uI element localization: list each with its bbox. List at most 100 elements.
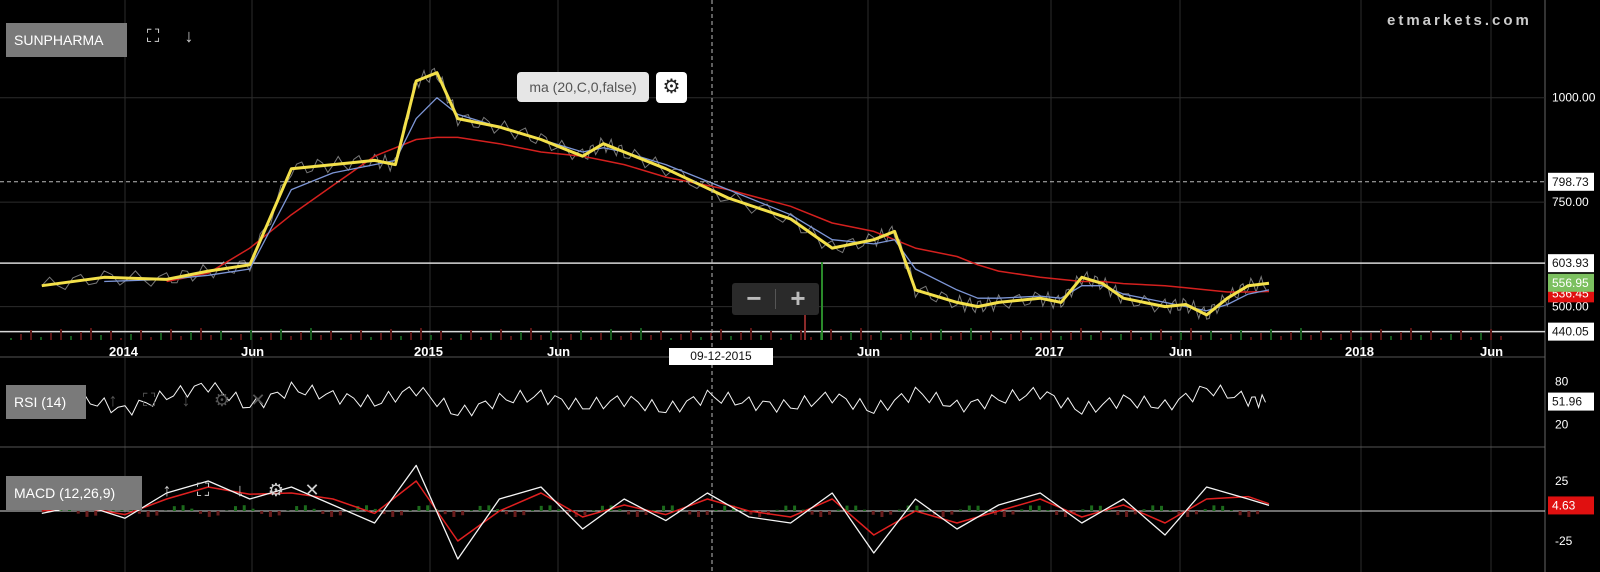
macd-move-down-icon[interactable]: ↓ xyxy=(230,480,250,500)
volume-bar xyxy=(990,331,992,340)
macd-histogram-bar xyxy=(452,511,456,517)
macd-histogram-bar xyxy=(871,511,875,515)
volume-bar xyxy=(60,329,62,340)
volume-bar xyxy=(650,335,652,340)
volume-bar xyxy=(780,338,782,340)
macd-histogram-bar xyxy=(181,505,185,511)
macd-histogram-bar xyxy=(504,511,508,515)
rsi-settings-icon[interactable]: ⚙ xyxy=(212,390,232,410)
volume-bar xyxy=(980,335,982,340)
macd-histogram-bar xyxy=(1229,510,1233,511)
x-axis-tick-label: Jun xyxy=(1480,344,1503,359)
macd-histogram-bar xyxy=(915,505,919,511)
volume-bar xyxy=(1390,336,1392,340)
volume-bar xyxy=(1020,330,1022,340)
volume-bar xyxy=(440,331,442,340)
volume-bar xyxy=(230,338,232,340)
volume-bar xyxy=(10,338,12,340)
macd-histogram-bar xyxy=(854,505,858,511)
macd-move-up-icon[interactable]: ↑ xyxy=(157,480,177,500)
macd-histogram-bar xyxy=(1098,505,1102,511)
macd-histogram-bar xyxy=(172,506,176,511)
macd-histogram-bar xyxy=(295,506,299,511)
volume-bar xyxy=(20,334,22,340)
macd-histogram-bar xyxy=(950,511,954,515)
volume-bar xyxy=(740,332,742,340)
resistance-price-tag: 603.93 xyxy=(1552,256,1589,270)
x-axis-tick-label: 2014 xyxy=(109,344,139,359)
x-axis-tick-label: Jun xyxy=(241,344,264,359)
volume-bar xyxy=(360,330,362,340)
indicator-tooltip: ma (20,C,0,false) xyxy=(517,72,649,102)
volume-bar xyxy=(940,329,942,340)
rsi-move-down-icon[interactable]: ↓ xyxy=(176,390,196,410)
macd-histogram-bar xyxy=(408,510,412,511)
arrow-down-icon[interactable]: ↓ xyxy=(179,26,199,46)
macd-histogram-bar xyxy=(1142,509,1146,511)
macd-settings-icon[interactable]: ⚙ xyxy=(266,480,286,500)
rsi-close-icon[interactable]: ✕ xyxy=(248,390,268,410)
volume-bar xyxy=(1350,330,1352,340)
volume-bar xyxy=(250,330,252,340)
last-price-tag: 556.95 xyxy=(1552,276,1589,290)
macd-histogram-bar xyxy=(469,510,473,511)
rsi-panel-label[interactable]: RSI (14) xyxy=(6,385,86,419)
volume-bar xyxy=(850,332,852,340)
volume-bar xyxy=(1430,331,1432,340)
volume-bar xyxy=(1360,337,1362,340)
macd-histogram-bar xyxy=(583,511,587,516)
macd-histogram-bar xyxy=(1238,511,1242,516)
volume-bar xyxy=(1060,336,1062,340)
macd-histogram-bar xyxy=(688,511,692,515)
macd-histogram-bar xyxy=(478,505,482,511)
macd-histogram-bar xyxy=(330,511,334,517)
macd-histogram-bar xyxy=(94,511,98,516)
macd-histogram-bar xyxy=(1247,511,1251,517)
macd-histogram-bar xyxy=(539,505,543,511)
macd-histogram-bar xyxy=(810,511,814,515)
macd-histogram-bar xyxy=(557,509,561,511)
rsi-fullscreen-icon[interactable]: ⛶ xyxy=(139,390,159,410)
macd-tick-label: -25 xyxy=(1555,534,1573,548)
zoom-out-button[interactable]: − xyxy=(734,283,774,315)
volume-bar xyxy=(120,338,122,340)
rsi-move-up-icon[interactable]: ↑ xyxy=(103,390,123,410)
volume-bar xyxy=(260,337,262,340)
volume-bar xyxy=(560,338,562,340)
volume-bar xyxy=(1300,328,1302,340)
macd-histogram-bar xyxy=(775,509,779,511)
volume-bar xyxy=(320,335,322,340)
macd-fullscreen-icon[interactable]: ⛶ xyxy=(193,480,213,500)
volume-bar xyxy=(610,329,612,340)
volume-bar xyxy=(1490,329,1492,340)
volume-bar xyxy=(350,334,352,340)
macd-histogram-bar xyxy=(819,511,823,517)
volume-bar xyxy=(570,334,572,340)
volume-bar xyxy=(420,328,422,340)
x-axis-tick-label: 2018 xyxy=(1345,344,1374,359)
macd-histogram-bar xyxy=(653,509,657,511)
volume-bar xyxy=(520,332,522,340)
fullscreen-icon[interactable]: ⛶ xyxy=(143,26,163,46)
symbol-label[interactable]: SUNPHARMA xyxy=(6,23,127,57)
volume-bar xyxy=(760,335,762,340)
macd-histogram-bar xyxy=(207,511,211,517)
macd-histogram-bar xyxy=(417,505,421,511)
macd-histogram-bar xyxy=(85,511,89,517)
volume-bar xyxy=(1310,335,1312,340)
zoom-in-button[interactable]: + xyxy=(778,283,818,315)
macd-panel-label[interactable]: MACD (12,26,9) xyxy=(6,476,142,510)
macd-histogram-bar xyxy=(1116,511,1120,516)
volume-bar xyxy=(1190,328,1192,340)
volume-bar xyxy=(620,336,622,340)
volume-bar xyxy=(1440,338,1442,340)
indicator-settings-button[interactable]: ⚙ xyxy=(656,72,687,103)
macd-histogram-bar xyxy=(487,505,491,511)
macd-close-icon[interactable]: ✕ xyxy=(302,480,322,500)
macd-histogram-bar xyxy=(1125,511,1129,517)
macd-histogram-bar xyxy=(889,511,893,515)
rsi-tick-label: 80 xyxy=(1555,374,1569,388)
price-tick-label: 1000.00 xyxy=(1552,91,1596,105)
volume-bar xyxy=(1000,338,1002,340)
volume-bar xyxy=(1230,334,1232,340)
